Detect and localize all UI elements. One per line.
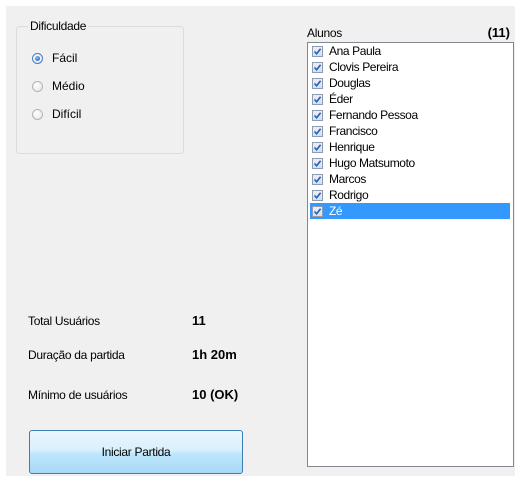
radio-medium[interactable]: Médio [32, 78, 85, 94]
students-title: Alunos [307, 26, 342, 40]
duration-label: Duração da partida [28, 348, 125, 362]
list-item[interactable]: Éder [310, 91, 510, 107]
students-count: (11) [487, 25, 510, 40]
min-users-label: Mínimo de usuários [28, 388, 128, 402]
list-item[interactable]: Fernando Pessoa [310, 107, 510, 123]
radio-hard[interactable]: Difícil [32, 106, 81, 122]
check-icon [313, 143, 322, 151]
checkbox[interactable] [312, 125, 323, 137]
list-item[interactable]: Zé [310, 203, 510, 219]
duration-value: 1h 20m [192, 347, 237, 362]
check-icon [313, 63, 322, 71]
difficulty-legend: Dificuldade [28, 19, 89, 33]
total-users-value: 11 [192, 313, 206, 328]
list-item-label: Éder [329, 92, 353, 106]
check-icon [313, 127, 322, 135]
list-item-label: Clovis Pereira [329, 60, 399, 74]
list-item[interactable]: Hugo Matsumoto [310, 155, 510, 171]
list-item[interactable]: Douglas [310, 75, 510, 91]
check-icon [313, 191, 322, 199]
list-item-label: Rodrigo [329, 188, 369, 202]
radio-hard-label[interactable]: Difícil [52, 107, 81, 121]
checkbox[interactable] [312, 45, 323, 57]
checkbox[interactable] [312, 61, 323, 73]
check-icon [313, 79, 322, 87]
list-item[interactable]: Marcos [310, 171, 510, 187]
checkbox[interactable] [312, 173, 323, 185]
radio-hard-indicator[interactable] [32, 108, 43, 120]
list-item[interactable]: Rodrigo [310, 187, 510, 203]
check-icon [313, 111, 322, 119]
list-item[interactable]: Clovis Pereira [310, 59, 510, 75]
total-users-label: Total Usuários [28, 314, 100, 328]
list-item-label: Hugo Matsumoto [329, 156, 415, 170]
checkbox[interactable] [312, 205, 323, 217]
checkbox[interactable] [312, 93, 323, 105]
radio-medium-indicator[interactable] [32, 80, 43, 92]
check-icon [313, 95, 322, 103]
checkbox[interactable] [312, 77, 323, 89]
students-header: Alunos (11) [307, 25, 514, 41]
checkbox[interactable] [312, 141, 323, 153]
checkbox[interactable] [312, 189, 323, 201]
radio-medium-label[interactable]: Médio [52, 79, 85, 93]
list-item[interactable]: Henrique [310, 139, 510, 155]
check-icon [313, 159, 322, 167]
check-icon [313, 175, 322, 183]
list-item[interactable]: Ana Paula [310, 43, 510, 59]
checkbox[interactable] [312, 157, 323, 169]
list-item-label: Marcos [329, 172, 366, 186]
min-users-value: 10 (OK) [192, 387, 239, 402]
radio-easy-label[interactable]: Fácil [52, 51, 77, 65]
list-item-label: Fernando Pessoa [329, 108, 418, 122]
list-item-label: Douglas [329, 76, 371, 90]
list-item-label: Zé [329, 204, 343, 218]
start-match-label[interactable]: Iniciar Partida [102, 445, 171, 459]
checkbox[interactable] [312, 109, 323, 121]
list-item-label: Francisco [329, 124, 378, 138]
list-item-label: Henrique [329, 140, 375, 154]
radio-easy-indicator[interactable] [32, 52, 43, 64]
radio-easy[interactable]: Fácil [32, 50, 77, 66]
start-match-button[interactable]: Iniciar Partida [29, 430, 243, 474]
check-icon [313, 207, 322, 215]
check-icon [313, 47, 322, 55]
students-listbox[interactable]: Ana Paula Clovis Pereira Douglas Éder Fe… [307, 42, 514, 467]
list-item-label: Ana Paula [329, 44, 381, 58]
list-item[interactable]: Francisco [310, 123, 510, 139]
